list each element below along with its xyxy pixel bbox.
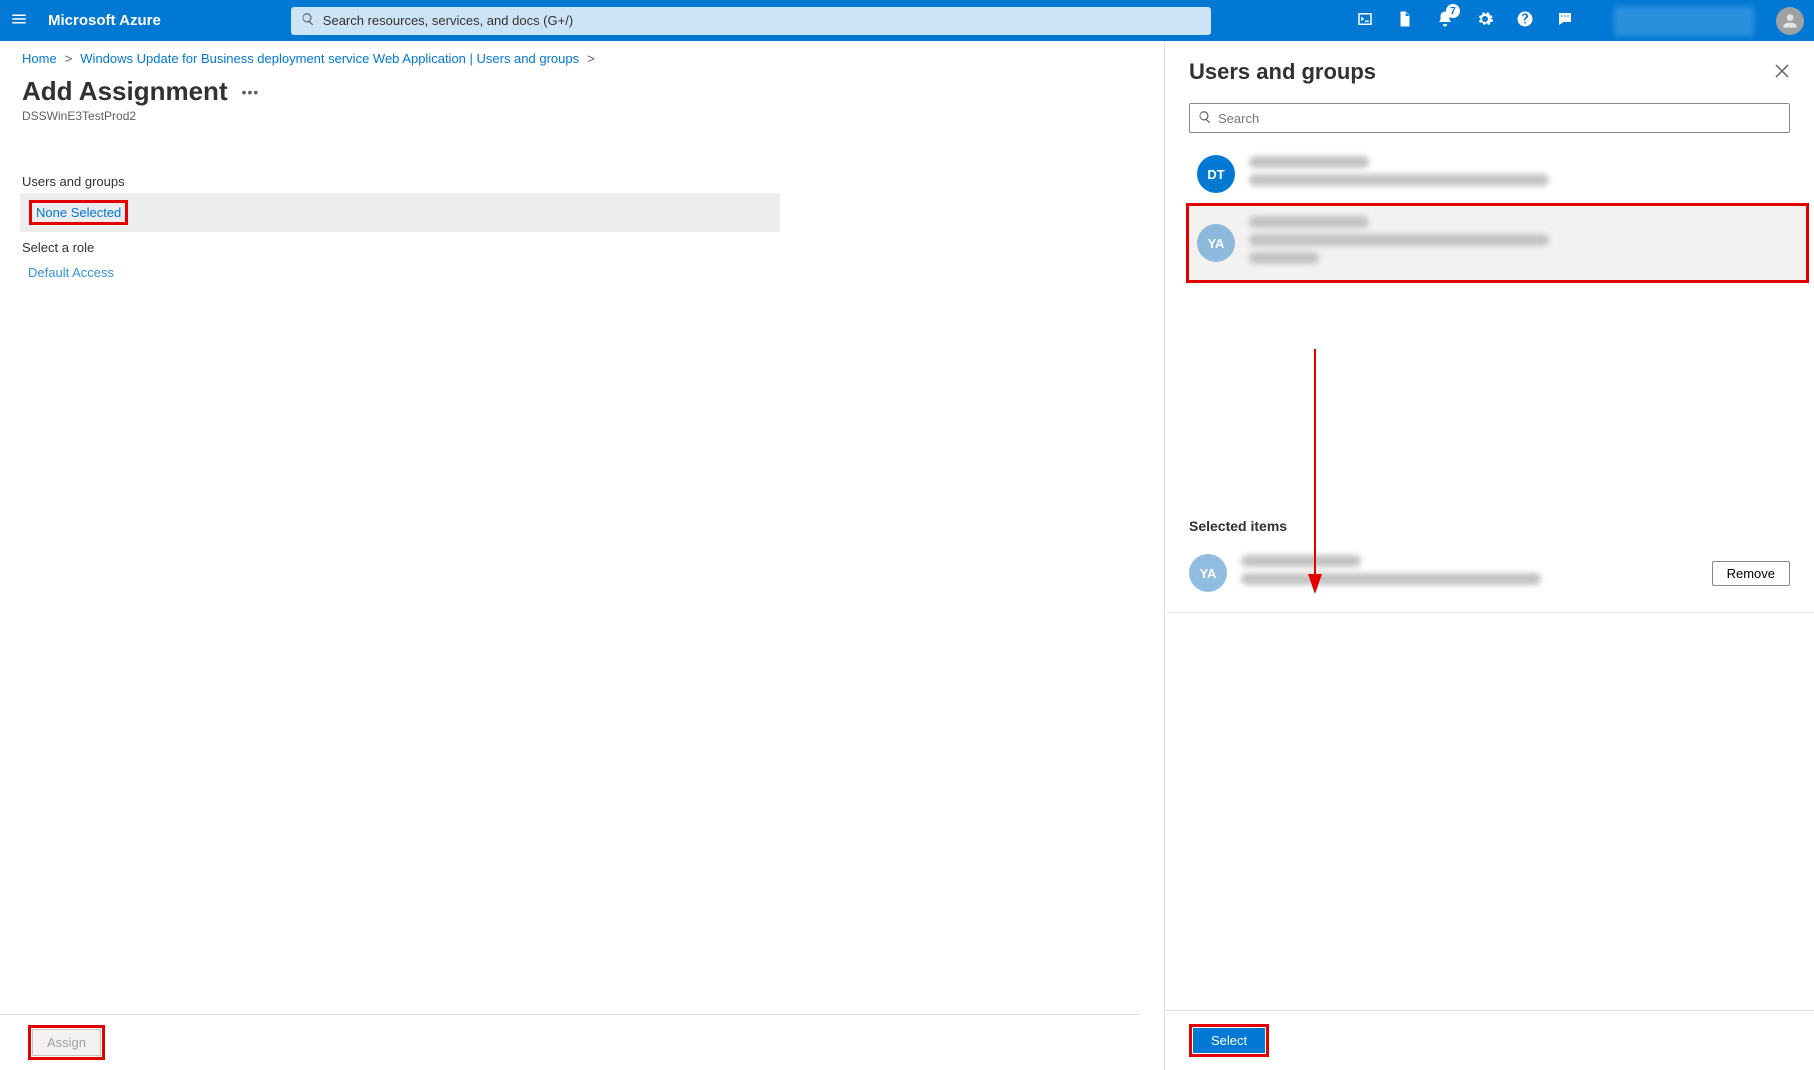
chevron-right-icon: > xyxy=(65,51,73,66)
assignment-form: Users and groups None Selected Select a … xyxy=(20,170,780,290)
hamburger-menu[interactable] xyxy=(10,10,28,31)
user-avatar: YA xyxy=(1197,224,1235,262)
notification-badge: 7 xyxy=(1446,4,1460,18)
flyout-search-input[interactable] xyxy=(1218,111,1781,126)
users-field-label: Users and groups xyxy=(20,170,780,193)
select-button-highlight: Select xyxy=(1189,1024,1269,1057)
more-actions-icon[interactable]: ••• xyxy=(242,84,260,100)
select-button[interactable]: Select xyxy=(1193,1028,1265,1053)
users-field-row[interactable]: None Selected xyxy=(20,193,780,232)
selected-items-list: YA Remove xyxy=(1165,534,1814,613)
top-icon-bar: 7 xyxy=(1356,6,1804,36)
role-default-access-link: Default Access xyxy=(28,265,114,280)
selected-items-label: Selected items xyxy=(1165,518,1814,534)
global-search-input[interactable] xyxy=(323,13,1201,28)
flyout-bottom-bar: Select xyxy=(1165,1010,1814,1070)
user-avatar: YA xyxy=(1189,554,1227,592)
page-title: Add Assignment xyxy=(22,76,228,107)
user-info-redacted xyxy=(1249,216,1798,270)
account-avatar[interactable] xyxy=(1776,7,1804,35)
users-groups-flyout: Users and groups DT YA Selected items xyxy=(1164,41,1814,1070)
remove-button[interactable]: Remove xyxy=(1712,561,1790,586)
directories-icon[interactable] xyxy=(1396,10,1414,31)
bottom-action-bar: Assign xyxy=(0,1014,1140,1070)
user-list-item[interactable]: DT xyxy=(1189,145,1806,203)
user-info-redacted xyxy=(1241,555,1698,591)
account-info-redacted xyxy=(1614,6,1754,36)
users-none-selected-link[interactable]: None Selected xyxy=(36,205,121,220)
breadcrumb-home[interactable]: Home xyxy=(22,51,57,66)
user-info-redacted xyxy=(1249,156,1798,192)
feedback-icon[interactable] xyxy=(1556,10,1574,31)
selected-item: YA Remove xyxy=(1189,544,1790,602)
assign-button[interactable]: Assign xyxy=(32,1029,101,1056)
breadcrumb-app[interactable]: Windows Update for Business deployment s… xyxy=(80,51,579,66)
settings-icon[interactable] xyxy=(1476,10,1494,31)
close-icon[interactable] xyxy=(1774,63,1790,82)
global-search[interactable] xyxy=(291,7,1211,35)
role-field-row: Default Access xyxy=(20,259,780,286)
flyout-title: Users and groups xyxy=(1189,59,1376,85)
assign-button-highlight: Assign xyxy=(28,1025,105,1060)
notifications-icon[interactable]: 7 xyxy=(1436,10,1454,31)
help-icon[interactable] xyxy=(1516,10,1534,31)
search-icon xyxy=(1198,110,1212,127)
user-avatar: DT xyxy=(1197,155,1235,193)
cloud-shell-icon[interactable] xyxy=(1356,10,1374,31)
flyout-search[interactable] xyxy=(1189,103,1790,133)
search-icon xyxy=(301,12,315,29)
brand-label: Microsoft Azure xyxy=(48,12,161,29)
role-field-label: Select a role xyxy=(20,236,780,259)
user-list-item-selected[interactable]: YA xyxy=(1186,203,1809,283)
user-search-results: DT YA xyxy=(1165,145,1814,283)
users-field-highlight: None Selected xyxy=(29,200,128,225)
flyout-header: Users and groups xyxy=(1165,41,1814,99)
top-bar: Microsoft Azure 7 xyxy=(0,0,1814,41)
chevron-right-icon: > xyxy=(587,51,595,66)
